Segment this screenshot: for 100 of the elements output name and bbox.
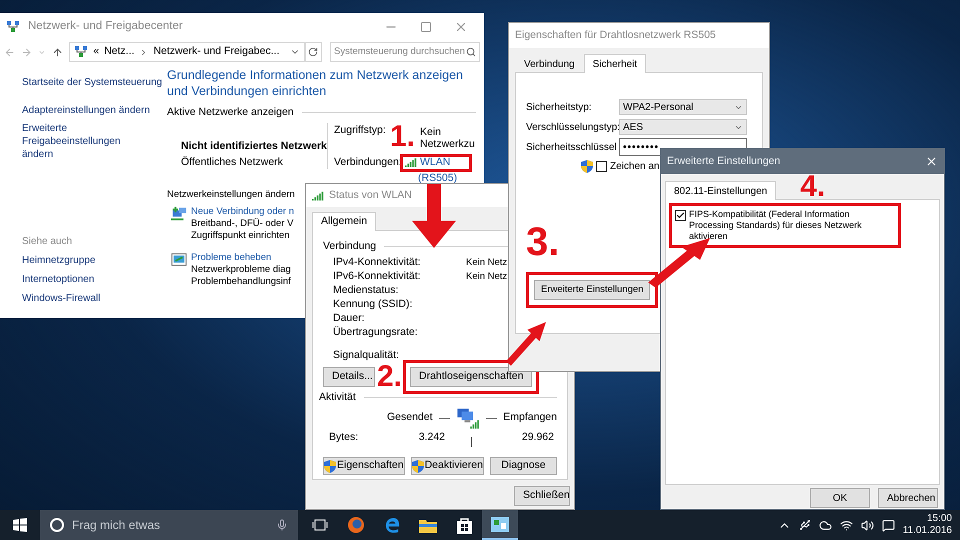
task-link[interactable]: Neue Verbindung oder n	[191, 206, 294, 218]
dialog-button[interactable]: Details...	[323, 366, 375, 386]
shield-icon	[324, 460, 336, 473]
wifi-icon[interactable]	[840, 518, 853, 532]
checkbox[interactable]	[596, 161, 607, 172]
search-field[interactable]: Systemsteuerung durchsuchen	[334, 44, 466, 60]
cloud-icon[interactable]	[818, 518, 832, 532]
step-number: 3.	[526, 224, 560, 260]
task-link[interactable]: Probleme beheben	[191, 252, 291, 264]
dialog-button[interactable]: Eigenschaften	[323, 457, 405, 476]
signal-icon	[312, 190, 324, 200]
tab[interactable]: 802.11-Einstellungen	[665, 181, 776, 200]
network-name: Nicht identifiziertes Netzwerk	[181, 138, 327, 154]
connection-link[interactable]: (RS505)	[418, 172, 476, 184]
shield-icon	[581, 160, 593, 173]
clock-date[interactable]: 11.01.2016	[902, 525, 952, 537]
volume-icon[interactable]	[860, 518, 874, 532]
field-label: Verschlüsselungstyp:	[526, 120, 619, 134]
field-label: Signalqualität:	[332, 348, 399, 363]
byte-count: 29.962	[520, 430, 554, 446]
field-label: Verbindungen:	[334, 154, 400, 170]
field-value: Kein Netz	[466, 256, 508, 270]
breadcrumb-item[interactable]: Netzwerk- und Freigabec...	[153, 44, 280, 60]
activity-label: Gesendet	[387, 410, 433, 426]
dialog-button[interactable]: Erweiterte Einstellungen	[534, 280, 650, 300]
task-description: Breitband-, DFÜ- oder V	[191, 218, 294, 230]
network-icon	[74, 45, 88, 59]
dialog-button[interactable]: OK	[810, 488, 870, 508]
field-value: Kein Netz	[466, 270, 508, 284]
checkbox-label: Zeichen an	[610, 160, 660, 174]
cortana-icon	[50, 518, 64, 532]
field-label: Medienstatus:	[333, 283, 400, 298]
control-panel-icon	[491, 516, 509, 532]
usb-icon[interactable]	[798, 519, 811, 531]
field-label: Sicherheitsschlüssel	[526, 140, 618, 154]
refresh-icon	[308, 47, 318, 57]
page-heading: Grundlegende Informationen zum Netzwerk anzeigen und Verbindungen einrichten	[167, 67, 464, 99]
search-bar[interactable]: Systemsteuerung durchsuchen	[330, 42, 480, 62]
dialog-button[interactable]: Drahtloseigenschaften	[410, 366, 532, 386]
task-view-icon	[312, 519, 328, 531]
dropdown[interactable]: WPA2-Personal	[619, 99, 747, 115]
field-value: Kein Netzwerkzu	[420, 126, 476, 150]
notifications-icon[interactable]	[882, 518, 895, 532]
window-title: Eigenschaften für Drahtlosnetzwerk RS505	[515, 28, 716, 43]
sidebar-link[interactable]: Erweiterte Freigabeeinstellungen ändern	[22, 122, 152, 161]
search-icon	[466, 47, 476, 57]
field-label: IPv6-Konnektivität:	[333, 269, 422, 284]
sidebar-heading: Siehe auch	[22, 235, 74, 249]
field-label: Kennung (SSID):	[333, 297, 414, 312]
clock-time[interactable]: 15:00	[926, 513, 952, 525]
step-number: 1.	[390, 122, 416, 151]
tab[interactable]: Allgemein	[312, 212, 376, 231]
section-label: Aktive Netzwerke anzeigen	[167, 105, 294, 120]
window-title: Netzwerk- und Freigabecenter	[28, 18, 183, 34]
field-label: IPv4-Konnektivität:	[333, 255, 422, 270]
folder-icon	[419, 518, 437, 532]
dialog-button[interactable]: Abbrechen	[878, 488, 938, 508]
windows-logo-icon	[13, 518, 27, 532]
field-label: Dauer:	[333, 311, 366, 326]
dropdown[interactable]: AES	[619, 119, 747, 135]
sidebar-link[interactable]: Heimnetzgruppe	[22, 253, 167, 268]
task-description: Zugriffspunkt einrichten	[191, 230, 291, 242]
window-title: Erweiterte Einstellungen	[667, 154, 782, 169]
field-label: Zugriffstyp:	[334, 123, 387, 138]
sidebar-link[interactable]: Adaptereinstellungen ändern	[22, 103, 167, 118]
section-label: Verbindung	[323, 239, 376, 254]
sidebar-link[interactable]: Windows-Firewall	[22, 291, 167, 306]
sidebar-link[interactable]: Internetoptionen	[22, 272, 167, 287]
signal-icon	[405, 158, 417, 168]
search-bar[interactable]: Frag mich etwas	[40, 510, 298, 540]
shopping-bag-icon	[456, 516, 472, 534]
activity-label: Empfangen	[503, 410, 557, 426]
network-setup-icon	[171, 206, 187, 222]
dialog-button[interactable]: Deaktivieren	[410, 457, 484, 476]
section-label: Netzwerkeinstellungen ändern	[167, 188, 295, 202]
sidebar-link[interactable]: Startseite der Systemsteuerung	[22, 75, 167, 90]
breadcrumb-item[interactable]: «	[93, 44, 100, 60]
breadcrumb-item[interactable]: Netz...	[104, 44, 134, 60]
step-number: 4.	[800, 175, 826, 199]
tab[interactable]: Sicherheit	[584, 54, 646, 73]
browser-icon	[347, 516, 365, 534]
window-title: Status von WLAN	[329, 188, 412, 203]
search-field[interactable]: Frag mich etwas	[72, 516, 268, 534]
checkbox[interactable]	[675, 210, 686, 221]
field-label: Bytes:	[328, 430, 360, 446]
browser-icon	[384, 516, 400, 534]
refresh-button[interactable]	[304, 42, 322, 62]
address-bar[interactable]: « Netz... Netzwerk- und Freigabec...	[69, 42, 304, 62]
microphone-icon	[276, 518, 288, 532]
task-description: Problembehandlungsinf	[191, 276, 291, 288]
shield-icon	[412, 460, 424, 473]
checkbox-label: FIPS-Kompatibilität (Federal Information Processing Standards) für dieses Netzwerk aktivieren	[689, 209, 863, 242]
maximize-icon[interactable]	[420, 20, 432, 32]
connection-link[interactable]: WLAN	[420, 157, 450, 168]
network-icon	[6, 20, 20, 34]
dialog-button[interactable]: Diagnose	[490, 457, 557, 476]
section-label: Aktivität	[319, 390, 356, 404]
dialog-button[interactable]: Schließen	[514, 486, 570, 506]
taskbar-app[interactable]	[482, 510, 518, 540]
close-icon[interactable]	[925, 155, 938, 168]
